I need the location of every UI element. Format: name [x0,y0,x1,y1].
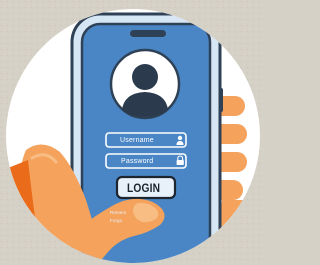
avatar [109,48,181,120]
login-button-label: LOGIN [127,181,161,195]
remember-me-label: Remem [110,210,127,215]
forgot-password-link[interactable]: Forgo [110,218,122,224]
username-placeholder: Username [120,137,154,144]
illustration: Username Password LOGIN Remem Forgo [0,0,264,265]
password-placeholder: Password [121,158,154,165]
illustration-artwork [0,0,264,265]
phone-speaker [130,30,166,37]
phone-side-button [219,88,223,112]
